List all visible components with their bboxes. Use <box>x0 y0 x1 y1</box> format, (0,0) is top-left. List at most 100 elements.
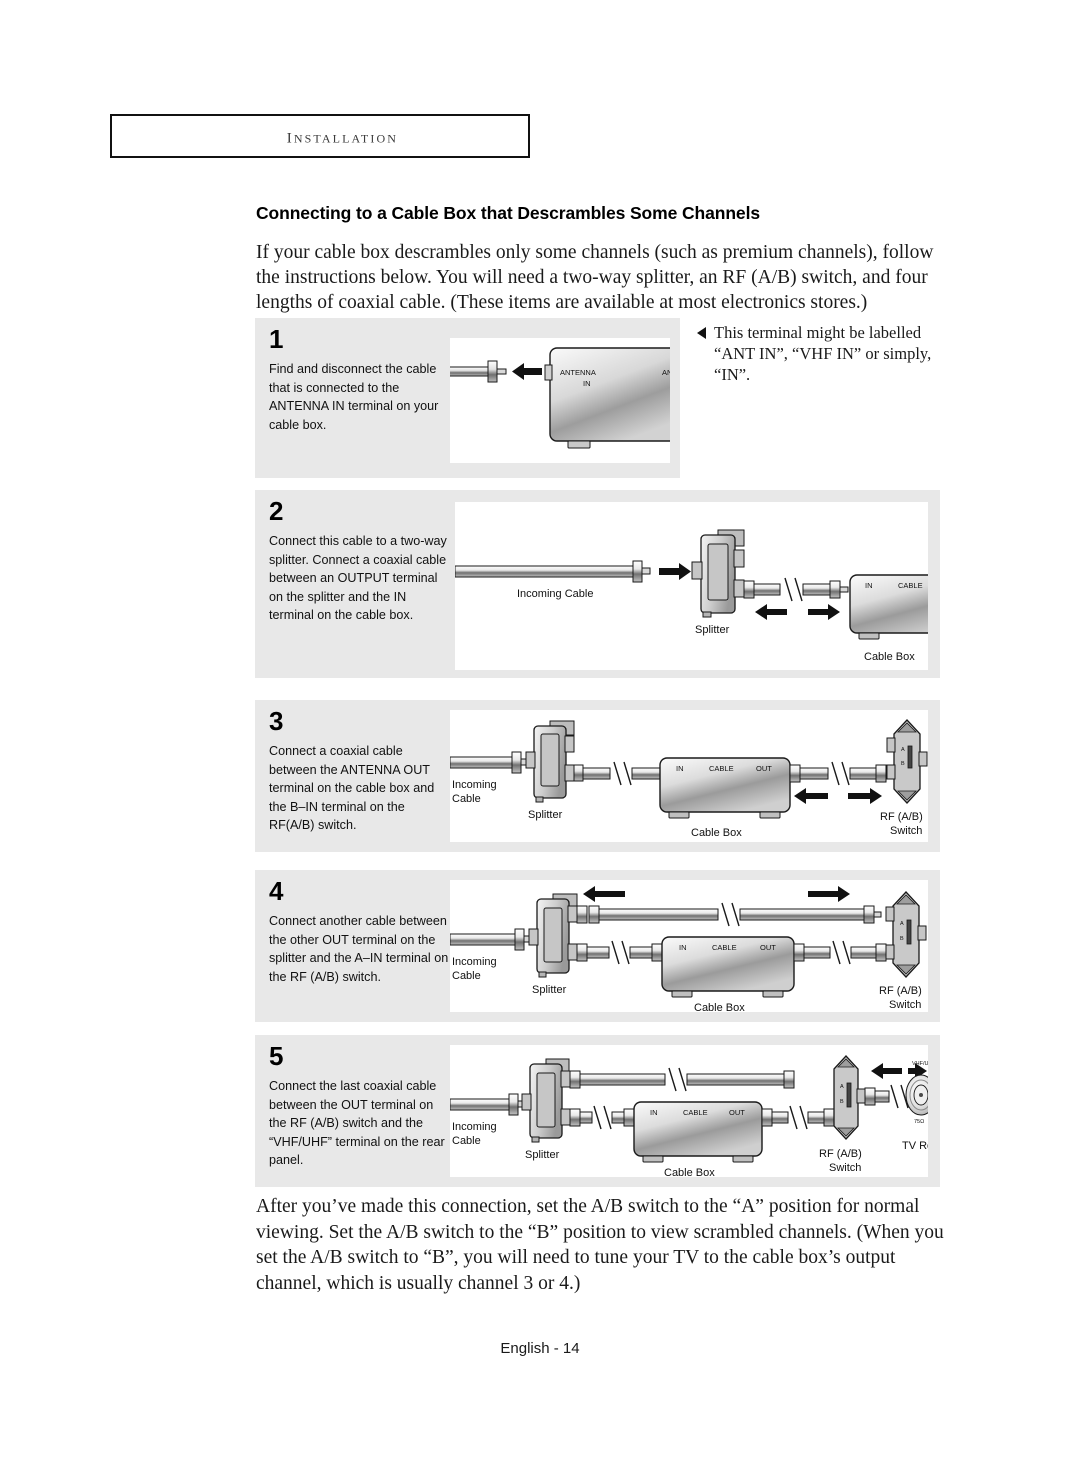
coax-run-lower-right <box>793 940 887 965</box>
label-incoming-cable: Incoming Cable <box>517 588 593 600</box>
label-port-in: IN <box>865 581 873 590</box>
label-antenna-in-1: ANTENNA <box>560 368 596 377</box>
cable-box-device: IN CABLE OUT <box>633 1101 763 1163</box>
label-cable-box: Cable Box <box>691 827 742 839</box>
step-diagram-2: Incoming Cable Splitter IN CABLE Cable B… <box>455 502 928 670</box>
step-number: 4 <box>269 876 284 906</box>
step-diagram-3: Incoming Cable Splitter IN CABLE OUT Cab… <box>450 710 928 842</box>
label-splitter: Splitter <box>528 809 563 821</box>
intro-paragraph: If your cable box descrambles only some … <box>256 242 934 313</box>
side-note-callout: This terminal might be labelled “ANT IN”… <box>697 322 957 385</box>
label-cable-box: Cable Box <box>664 1167 715 1177</box>
label-port-cable: CABLE <box>683 1108 708 1117</box>
coax-cable <box>450 360 507 383</box>
label-switch-a: A <box>900 921 904 927</box>
incoming-cable <box>450 751 530 774</box>
incoming-cable <box>450 1093 527 1116</box>
coax-run-box-to-switch <box>789 761 894 786</box>
label-port-in: IN <box>679 943 687 952</box>
label-incoming-cable-2: Cable <box>452 793 481 805</box>
step-instruction-text: Find and disconnect the cable that is co… <box>269 362 439 432</box>
step-number: 2 <box>269 496 284 526</box>
rf-ab-switch-device: A B <box>885 891 927 978</box>
step-panel-1: 1 Find and disconnect the cable that is … <box>255 318 680 478</box>
label-switch-b: B <box>901 761 905 767</box>
diagram-svg-step3: Incoming Cable Splitter IN CABLE OUT Cab… <box>450 719 928 839</box>
label-incoming-cable-2: Cable <box>452 970 481 982</box>
incoming-cable <box>450 928 533 951</box>
coax-run-splitter-to-box <box>743 577 849 602</box>
connect-arrow-icon <box>659 563 691 580</box>
step-diagram-5: Incoming Cable Splitter IN CABLE OUT Cab… <box>450 1045 928 1177</box>
rf-ab-switch-device: A B <box>833 1055 866 1140</box>
label-switch-a: A <box>901 747 905 753</box>
label-cable-box: Cable Box <box>864 651 915 663</box>
label-port-cable: CABLE <box>712 943 737 952</box>
label-switch-2: Switch <box>889 999 921 1011</box>
incoming-cable <box>455 560 651 583</box>
page-title: Connecting to a Cable Box that Descrambl… <box>256 203 760 223</box>
step-panel-2: 2 Connect this cable to a two-way splitt… <box>255 490 940 678</box>
label-tv-vhf-uhf: VHF/UHF <box>912 1061 928 1067</box>
label-splitter: Splitter <box>695 624 730 636</box>
step-panel-4: 4 Connect another cable between the othe… <box>255 870 940 1022</box>
splitter-device <box>528 893 578 978</box>
label-cable-box: Cable Box <box>694 1002 745 1012</box>
step-instruction-text: Connect this cable to a two-way splitter… <box>269 534 447 622</box>
step-panel-3: 3 Connect a coaxial cable between the AN… <box>255 700 940 852</box>
label-tv-rear: TV Rear <box>902 1140 928 1152</box>
label-tv-impedance: 75Ω <box>914 1119 924 1125</box>
rf-ab-switch-device: A B <box>886 719 928 804</box>
side-note-text: This terminal might be labelled “ANT IN”… <box>714 323 932 384</box>
step-number: 3 <box>269 706 284 736</box>
label-splitter: Splitter <box>532 984 567 996</box>
label-incoming-cable-1: Incoming <box>452 779 497 791</box>
label-incoming-cable-1: Incoming <box>452 956 497 968</box>
chapter-title: Installation <box>286 123 398 148</box>
cable-box-device: IN CABLE OUT <box>659 757 791 819</box>
cable-box-device: ANTENNA IN AN <box>544 347 670 449</box>
coax-run-lower-left <box>576 940 663 965</box>
cable-box-device: IN CABLE OUT <box>849 574 928 640</box>
label-port-in: IN <box>676 764 684 773</box>
label-antenna-out-partial: AN <box>662 368 670 377</box>
step-number: 1 <box>269 324 284 354</box>
step-diagram-4: Incoming Cable Splitter IN CABLE OUT Cab… <box>450 880 928 1012</box>
label-port-cable: CABLE <box>898 581 923 590</box>
step-instruction-text: Connect the last coaxial cable between t… <box>269 1079 445 1167</box>
step-number: 5 <box>269 1041 284 1071</box>
label-incoming-cable-2: Cable <box>452 1135 481 1147</box>
label-switch-1: RF (A/B) <box>879 985 922 997</box>
coax-run-lower-right <box>761 1105 835 1130</box>
diagram-svg-step5: Incoming Cable Splitter IN CABLE OUT Cab… <box>450 1055 928 1177</box>
label-switch-1: RF (A/B) <box>880 811 923 823</box>
label-antenna-in-2: IN <box>583 379 591 388</box>
connection-arrows-icon <box>583 886 850 902</box>
label-switch-b: B <box>900 936 904 942</box>
left-triangle-icon <box>697 327 706 339</box>
connection-arrows-icon <box>755 604 840 620</box>
label-port-out: OUT <box>756 764 772 773</box>
coax-run-upper <box>576 902 882 927</box>
label-port-cable: CABLE <box>709 764 734 773</box>
outro-paragraph: After you’ve made this connection, set t… <box>256 1196 944 1294</box>
page-footer: English - 14 <box>500 1340 580 1357</box>
label-switch-b: B <box>840 1099 844 1105</box>
splitter-device <box>691 529 745 618</box>
label-switch-a: A <box>840 1084 844 1090</box>
disconnect-arrow-icon <box>512 363 542 380</box>
label-switch-2: Switch <box>890 825 922 837</box>
step-diagram-1: ANTENNA IN AN <box>450 338 670 463</box>
coax-run-lower-left <box>569 1105 635 1130</box>
diagram-svg-step4: Incoming Cable Splitter IN CABLE OUT Cab… <box>450 886 927 1012</box>
splitter-device <box>521 1058 571 1143</box>
diagram-svg-step1: ANTENNA IN AN <box>450 347 670 449</box>
step-panel-5: 5 Connect the last coaxial cable between… <box>255 1035 940 1187</box>
label-splitter: Splitter <box>525 1149 560 1161</box>
label-incoming-cable-1: Incoming <box>452 1121 497 1133</box>
step-instruction-text: Connect a coaxial cable between the ANTE… <box>269 744 435 832</box>
cable-box-device: IN CABLE OUT <box>661 936 795 998</box>
coax-run-upper <box>569 1067 795 1092</box>
step-instruction-text: Connect another cable between the other … <box>269 914 449 984</box>
splitter-device <box>525 720 575 803</box>
